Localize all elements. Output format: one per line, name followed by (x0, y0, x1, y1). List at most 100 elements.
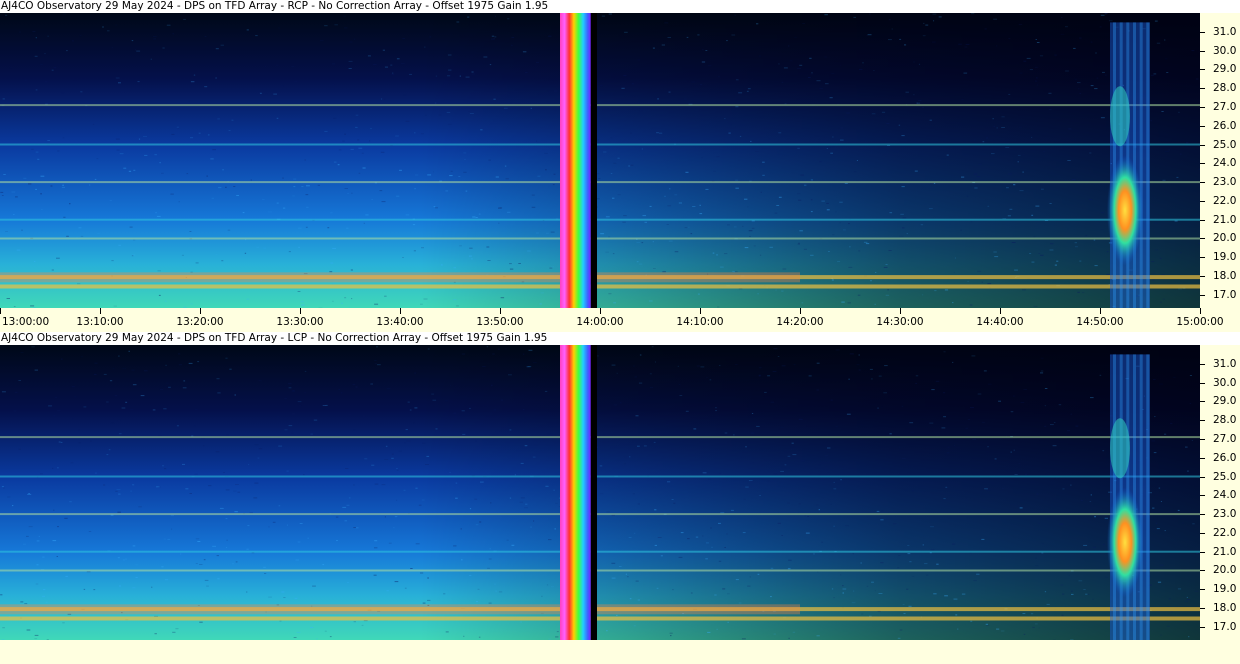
noise-speck (36, 540, 40, 542)
noise-speck (898, 555, 901, 556)
x-tick-label: 14:20:00 (776, 316, 824, 328)
calibration-gap-edge (590, 345, 597, 640)
x-tick (500, 308, 501, 314)
noise-speck (384, 66, 388, 68)
y-tick (1200, 125, 1205, 127)
noise-speck (623, 75, 627, 77)
noise-speck (801, 302, 804, 304)
noise-speck (1067, 228, 1069, 230)
x-tick (1100, 308, 1101, 314)
noise-speck (935, 380, 940, 382)
noise-speck (830, 146, 835, 148)
noise-speck (605, 251, 609, 253)
noise-speck (447, 54, 452, 56)
noise-speck (478, 636, 481, 638)
noise-speck (38, 535, 40, 537)
noise-speck (509, 263, 512, 265)
noise-speck (839, 201, 843, 203)
noise-speck (952, 361, 954, 363)
noise-speck (345, 468, 349, 469)
noise-speck (748, 230, 753, 232)
noise-speck (705, 558, 708, 560)
noise-speck (613, 302, 616, 304)
noise-speck (671, 499, 674, 500)
noise-speck (552, 184, 555, 186)
noise-speck (848, 378, 850, 380)
noise-speck (335, 516, 339, 518)
noise-speck (384, 98, 386, 100)
noise-speck (653, 268, 656, 269)
noise-speck (883, 392, 887, 394)
noise-speck (922, 544, 924, 546)
noise-speck (66, 235, 69, 237)
noise-speck (898, 447, 901, 449)
noise-speck (108, 449, 111, 451)
noise-speck (719, 365, 721, 366)
burst-core (1107, 155, 1143, 266)
noise-speck (403, 94, 407, 96)
noise-speck (507, 211, 511, 213)
noise-speck (406, 440, 411, 442)
noise-speck (597, 139, 599, 141)
y-tick-label: 23.0 (1213, 508, 1237, 521)
y-tick-label: 25.0 (1213, 470, 1237, 483)
y-tick (1200, 88, 1205, 90)
noise-speck (89, 184, 91, 186)
noise-speck (7, 496, 11, 498)
noise-speck (548, 539, 552, 541)
noise-speck (291, 432, 294, 434)
noise-speck (524, 71, 528, 73)
noise-speck (152, 409, 156, 411)
noise-speck (816, 80, 821, 82)
noise-speck (291, 390, 295, 392)
noise-speck (1151, 261, 1155, 263)
noise-speck (109, 200, 112, 202)
noise-speck (1090, 397, 1094, 399)
noise-speck (489, 64, 492, 66)
noise-speck (1053, 422, 1056, 423)
noise-speck (467, 16, 470, 18)
noise-speck (94, 362, 98, 364)
noise-speck (1080, 500, 1083, 502)
noise-speck (871, 581, 874, 583)
noise-speck (164, 300, 167, 302)
noise-speck (915, 382, 918, 384)
noise-speck (50, 185, 53, 187)
noise-speck (215, 451, 220, 453)
noise-speck (749, 235, 751, 237)
noise-speck (450, 170, 453, 172)
noise-speck (475, 217, 478, 218)
noise-speck (445, 400, 448, 402)
noise-speck (298, 246, 300, 248)
interference-band (0, 475, 1200, 478)
noise-speck (1165, 151, 1169, 153)
noise-speck (620, 402, 622, 404)
noise-speck (463, 152, 467, 154)
noise-speck (1010, 451, 1012, 453)
y-tick (1200, 50, 1205, 52)
noise-speck (1034, 66, 1038, 68)
noise-speck (402, 38, 405, 40)
noise-speck (164, 579, 169, 581)
noise-speck (914, 170, 918, 172)
noise-speck (831, 73, 835, 75)
noise-speck (981, 281, 983, 283)
noise-speck (1055, 477, 1057, 479)
noise-speck (843, 477, 848, 479)
noise-speck (455, 497, 458, 499)
noise-speck (1038, 627, 1040, 629)
noise-speck (797, 147, 800, 149)
noise-speck (234, 511, 238, 513)
noise-speck (41, 209, 43, 210)
noise-speck (374, 303, 379, 305)
noise-speck (358, 172, 361, 174)
noise-speck (348, 497, 351, 499)
noise-speck (729, 124, 732, 126)
noise-speck (555, 502, 558, 504)
noise-speck (35, 583, 39, 585)
noise-speck (550, 586, 554, 588)
noise-speck (346, 227, 349, 229)
noise-speck (674, 251, 679, 253)
noise-speck (599, 85, 603, 87)
noise-speck (678, 556, 683, 558)
